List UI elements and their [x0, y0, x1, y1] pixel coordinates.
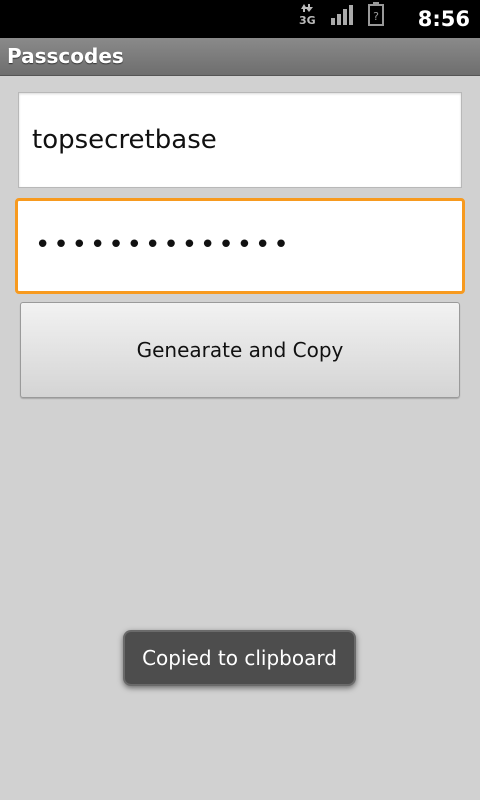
title-bar: Passcodes: [0, 38, 480, 76]
network-type-label: 3G: [299, 14, 316, 26]
data-arrows-icon: 3G: [298, 2, 316, 30]
name-input[interactable]: topsecretbase: [18, 92, 462, 188]
battery-unknown-icon: ?: [368, 2, 384, 30]
password-input[interactable]: ••••••••••••••: [15, 198, 465, 294]
signal-bars-icon: [330, 4, 354, 30]
status-bar: 3G ? 8:56: [0, 0, 480, 38]
clipboard-toast: Copied to clipboard: [123, 630, 356, 686]
status-icons: 3G ?: [298, 2, 384, 30]
status-clock: 8:56: [417, 7, 470, 31]
generate-and-copy-button[interactable]: Genearate and Copy: [20, 302, 460, 398]
app-title: Passcodes: [7, 44, 124, 68]
svg-text:?: ?: [373, 10, 379, 23]
